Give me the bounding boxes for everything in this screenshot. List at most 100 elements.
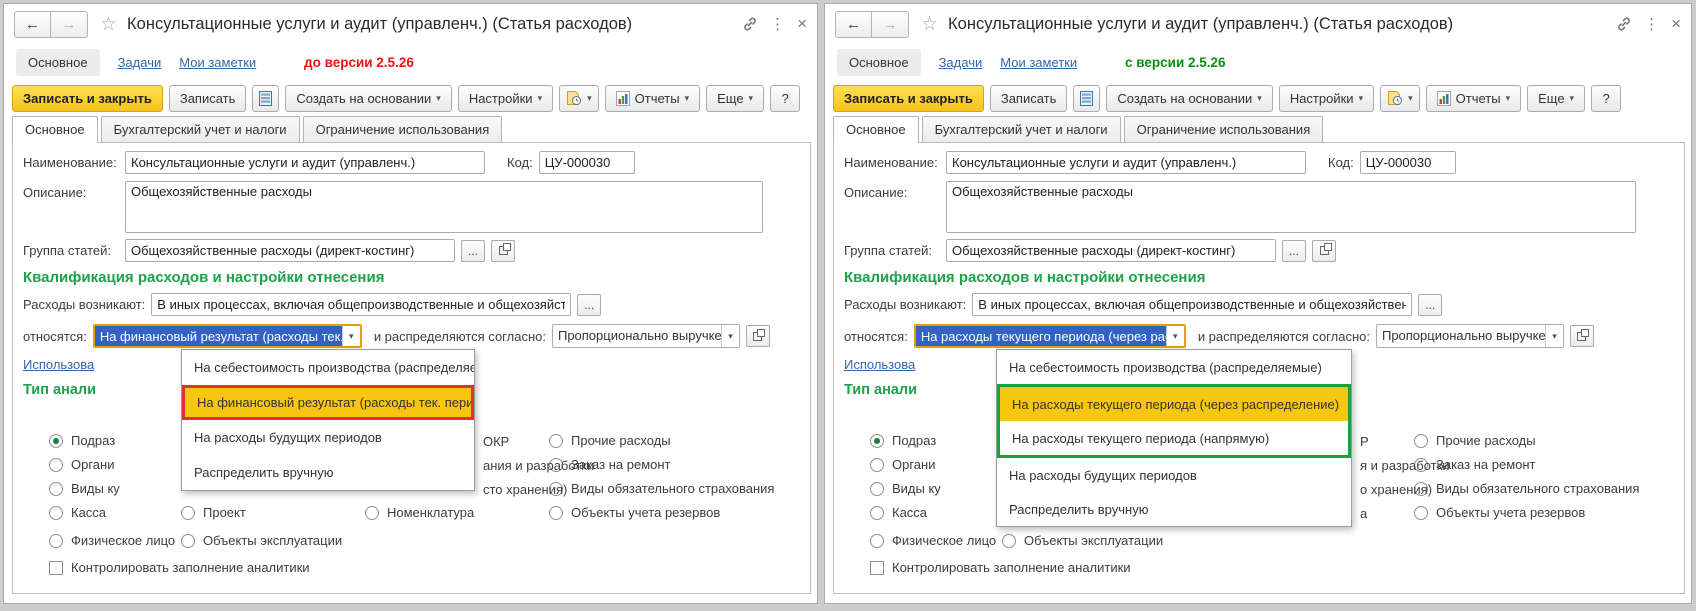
chevron-down-icon[interactable]: ▾ [720,325,739,347]
radio-option-organization[interactable]: Органи [870,457,935,472]
dropdown-item-highlighted[interactable]: На расходы текущего периода (через распр… [1000,387,1348,421]
forward-button[interactable]: → [51,10,88,38]
usage-link[interactable]: Использова [844,357,915,372]
name-input[interactable] [125,151,485,174]
help-button[interactable]: ? [770,84,801,112]
link-icon[interactable] [742,16,758,32]
chevron-down-icon[interactable]: ▾ [1544,325,1563,347]
radio-option-organization[interactable]: Органи [49,457,114,472]
control-analytics-checkbox[interactable]: Контролировать заполнение аналитики [49,560,310,575]
dropdown-item[interactable]: На расходы будущих периодов [997,458,1351,492]
more-menu-icon[interactable]: ⋮ [1644,15,1659,33]
reports-button[interactable]: Отчеты ▾ [1425,84,1522,112]
tab-usage-restriction[interactable]: Ограничение использования [1123,116,1324,142]
dropdown-item[interactable]: На себестоимость производства (распредел… [182,350,474,385]
radio-option-operation-objects[interactable]: Объекты эксплуатации [1002,533,1163,548]
radio-option-department[interactable]: Подраз [49,433,115,448]
nav-link-tasks[interactable]: Задачи [939,55,983,70]
relate-combo[interactable]: На финансовый результат (расходы тек. пе… [92,324,362,348]
close-icon[interactable]: × [1671,14,1681,34]
description-input[interactable]: Общехозяйственные расходы [125,181,763,233]
dropdown-item[interactable]: На расходы будущих периодов [182,420,474,455]
nav-link-notes[interactable]: Мои заметки [179,55,256,70]
save-close-button[interactable]: Записать и закрыть [12,84,163,112]
dropdown-item[interactable]: На расходы текущего периода (напрямую) [1000,421,1348,455]
nav-tab-main[interactable]: Основное [16,48,100,76]
settings-button[interactable]: Настройки ▾ [1278,84,1375,112]
close-icon[interactable]: × [797,14,807,34]
tab-accounting[interactable]: Бухгалтерский учет и налоги [100,116,300,142]
code-input[interactable] [538,151,635,174]
description-input[interactable]: Общехозяйственные расходы [946,181,1636,233]
radio-option-project[interactable]: Проект [181,505,246,520]
back-button[interactable]: ← [14,10,51,38]
occur-select-button[interactable]: ... [577,293,602,316]
group-open-button[interactable] [491,239,515,262]
group-input[interactable] [125,239,455,262]
radio-option-person[interactable]: Физическое лицо [870,533,996,548]
radio-option-department[interactable]: Подраз [870,433,936,448]
radio-option-other-expenses[interactable]: Прочие расходы [1414,433,1536,448]
radio-option-cashdesk[interactable]: Касса [870,505,927,520]
code-input[interactable] [1359,151,1456,174]
radio-option-operation-objects[interactable]: Объекты эксплуатации [181,533,342,548]
radio-option-insurance-types[interactable]: Виды обязательного страхования [549,481,774,496]
dropdown-item[interactable]: Распределить вручную [997,492,1351,526]
back-button[interactable]: ← [835,10,872,38]
attachments-button[interactable]: ▾ [559,84,599,112]
more-button[interactable]: Еще ▾ [706,84,765,112]
occur-input[interactable] [972,293,1413,316]
help-button[interactable]: ? [1591,84,1622,112]
radio-option-other-expenses[interactable]: Прочие расходы [549,433,671,448]
group-open-button[interactable] [1312,239,1336,262]
reports-button[interactable]: Отчеты ▾ [604,84,701,112]
more-menu-icon[interactable]: ⋮ [770,15,785,33]
forward-button[interactable]: → [872,10,909,38]
save-button[interactable]: Записать [989,84,1068,112]
radio-option-nomenclature[interactable]: Номенклатура [365,505,474,520]
radio-option-cashdesk[interactable]: Касса [49,505,106,520]
nav-tab-main[interactable]: Основное [837,48,921,76]
distribute-open-button[interactable] [1569,325,1594,347]
occur-input[interactable] [151,293,572,316]
chevron-down-icon[interactable]: ▾ [341,326,360,346]
distribute-open-button[interactable] [745,325,770,347]
save-close-button[interactable]: Записать и закрыть [833,84,984,112]
dropdown-item[interactable]: На себестоимость производства (распредел… [997,350,1351,384]
usage-link[interactable]: Использова [23,357,94,372]
relate-combo[interactable]: На расходы текущего периода (через расп … [913,324,1186,348]
dropdown-item-highlighted[interactable]: На финансовый результат (расходы тек. пе… [182,385,474,420]
favorite-star-icon[interactable]: ☆ [921,13,938,36]
nav-link-notes[interactable]: Мои заметки [1000,55,1077,70]
distribute-combo[interactable]: Пропорционально выручке ▾ [551,324,740,348]
group-input[interactable] [946,239,1276,262]
radio-option-insurance-types[interactable]: Виды обязательного страхования [1414,481,1639,496]
nav-link-tasks[interactable]: Задачи [118,55,162,70]
radio-option-reserve-objects[interactable]: Объекты учета резервов [549,505,720,520]
group-select-button[interactable]: ... [461,239,485,262]
settings-button[interactable]: Настройки ▾ [457,84,554,112]
radio-option-person[interactable]: Физическое лицо [49,533,175,548]
distribute-combo[interactable]: Пропорционально выручке ▾ [1375,324,1564,348]
create-based-on-button[interactable]: Создать на основании ▾ [1106,84,1273,112]
tab-main[interactable]: Основное [12,116,98,143]
show-in-list-button[interactable] [1073,84,1101,112]
save-button[interactable]: Записать [168,84,247,112]
radio-option-reserve-objects[interactable]: Объекты учета резервов [1414,505,1585,520]
link-icon[interactable] [1616,16,1632,32]
radio-option[interactable]: Виды ку [870,481,941,496]
occur-select-button[interactable]: ... [1418,293,1443,316]
attachments-button[interactable]: ▾ [1380,84,1420,112]
chevron-down-icon[interactable]: ▾ [1165,326,1184,346]
show-in-list-button[interactable] [252,84,280,112]
dropdown-item[interactable]: Распределить вручную [182,455,474,490]
group-select-button[interactable]: ... [1282,239,1306,262]
name-input[interactable] [946,151,1306,174]
tab-main[interactable]: Основное [833,116,919,143]
tab-usage-restriction[interactable]: Ограничение использования [302,116,503,142]
tab-accounting[interactable]: Бухгалтерский учет и налоги [921,116,1121,142]
favorite-star-icon[interactable]: ☆ [100,13,117,36]
radio-option[interactable]: Виды ку [49,481,120,496]
more-button[interactable]: Еще ▾ [1527,84,1586,112]
control-analytics-checkbox[interactable]: Контролировать заполнение аналитики [870,560,1131,575]
